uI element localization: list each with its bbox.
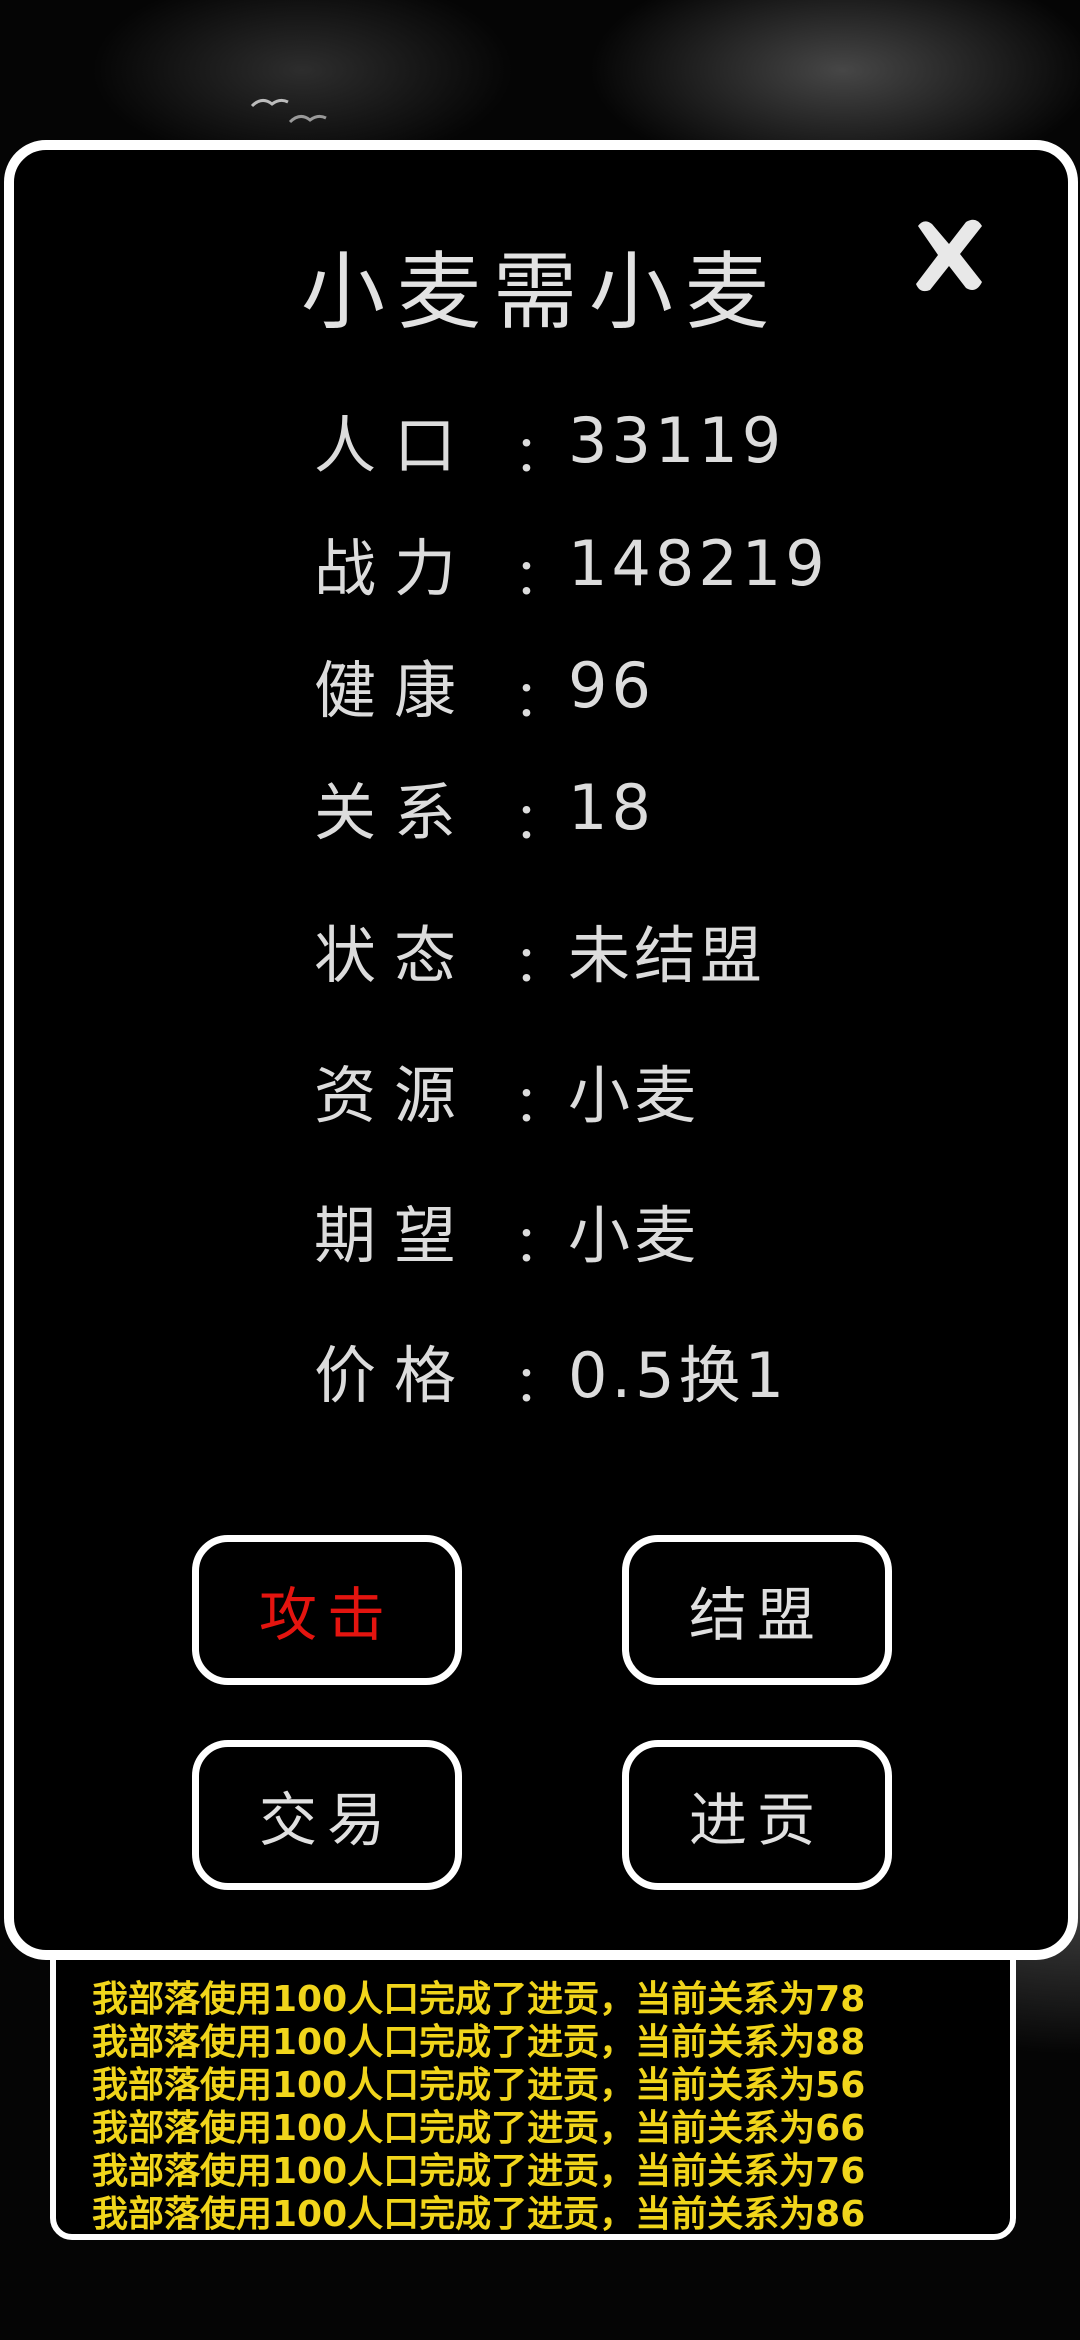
stat-label: 价格: [314, 1339, 475, 1412]
stat-colon: ：: [514, 1355, 564, 1413]
stat-label: 健康: [314, 654, 475, 727]
stat-row-price: 价格 ： 0.5换1: [314, 1325, 788, 1415]
stat-row-population: 人口 ： 33119: [314, 395, 785, 485]
birds-decoration-icon: [250, 98, 327, 124]
log-line: 我部落使用100人口完成了进贡，当前关系为88: [92, 2022, 866, 2063]
close-x-icon: [916, 219, 982, 292]
stat-row-health: 健康 ： 96: [314, 640, 655, 730]
stat-colon: ：: [514, 548, 564, 606]
stat-value: 96: [568, 648, 655, 722]
stat-value: 33119: [568, 403, 786, 477]
stat-row-resource: 资源 ： 小麦: [314, 1045, 700, 1135]
attack-button[interactable]: 攻击: [192, 1535, 462, 1685]
trade-button[interactable]: 交易: [192, 1740, 462, 1890]
stat-row-expectation: 期望 ： 小麦: [314, 1185, 700, 1275]
stat-label: 战力: [314, 532, 475, 605]
stat-colon: ：: [514, 935, 564, 993]
stat-value: 18: [568, 770, 655, 844]
stat-label: 状态: [314, 919, 475, 992]
stat-colon: ：: [514, 1075, 564, 1133]
stat-value: 0.5换1: [568, 1339, 789, 1412]
stat-value: 小麦: [568, 1059, 701, 1132]
log-line: 我部落使用100人口完成了进贡，当前关系为86: [92, 2194, 866, 2235]
event-log-panel[interactable]: 我部落使用100人口完成了进贡，当前关系为78 我部落使用100人口完成了进贡，…: [50, 1930, 1016, 2240]
stat-label: 期望: [314, 1199, 475, 1272]
stat-label: 关系: [314, 776, 475, 849]
stat-row-status: 状态 ： 未结盟: [314, 905, 766, 995]
close-button[interactable]: [904, 210, 994, 300]
stat-value: 小麦: [568, 1199, 701, 1272]
stat-value: 148219: [568, 526, 829, 600]
stat-row-power: 战力 ： 148219: [314, 518, 829, 608]
stat-label: 资源: [314, 1059, 475, 1132]
alliance-button[interactable]: 结盟: [622, 1535, 892, 1685]
stat-colon: ：: [514, 1215, 564, 1273]
tribe-info-dialog: 小麦需小麦 人口 ： 33119 战力 ： 148219 健康 ： 96 关系 …: [4, 140, 1078, 1960]
stat-label: 人口: [314, 409, 475, 482]
stat-colon: ：: [514, 792, 564, 850]
stat-row-relation: 关系 ： 18: [314, 762, 655, 852]
stat-colon: ：: [514, 670, 564, 728]
log-line: 我部落使用100人口完成了进贡，当前关系为76: [92, 2151, 866, 2192]
stat-colon: ：: [514, 425, 564, 483]
log-line: 我部落使用100人口完成了进贡，当前关系为66: [92, 2108, 866, 2149]
log-line: 我部落使用100人口完成了进贡，当前关系为56: [92, 2065, 866, 2106]
tribute-button[interactable]: 进贡: [622, 1740, 892, 1890]
log-line: 我部落使用100人口完成了进贡，当前关系为78: [92, 1979, 866, 2020]
stat-value: 未结盟: [568, 919, 767, 992]
